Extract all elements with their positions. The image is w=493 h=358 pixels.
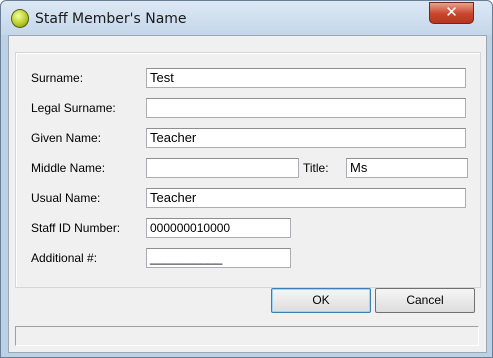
- surname-field[interactable]: Test: [146, 68, 466, 88]
- usual-name-label: Usual Name:: [31, 191, 101, 205]
- surname-label: Surname:: [31, 71, 84, 85]
- staff-id-label: Staff ID Number:: [31, 221, 121, 235]
- title-field[interactable]: Ms: [346, 158, 468, 178]
- name-fields-group: Surname: Test Legal Surname: Given Name:…: [15, 52, 481, 288]
- given-name-field[interactable]: Teacher: [146, 128, 466, 148]
- legal-surname-label: Legal Surname:: [31, 101, 116, 115]
- given-name-label: Given Name:: [31, 131, 102, 145]
- middle-name-field[interactable]: [146, 158, 299, 178]
- app-logo-icon: [11, 9, 29, 28]
- middle-name-label: Middle Name:: [31, 161, 106, 175]
- additional-number-label: Additional #:: [31, 251, 98, 265]
- dialog-body: Surname: Test Legal Surname: Given Name:…: [8, 35, 487, 353]
- ok-button[interactable]: OK: [271, 288, 371, 313]
- status-bar: [15, 326, 479, 346]
- staff-id-field[interactable]: 000000010000: [146, 218, 291, 238]
- close-icon: ✕: [445, 3, 458, 21]
- cancel-button[interactable]: Cancel: [375, 288, 475, 313]
- dialog-window: Staff Member's Name ✕ Surname: Test Lega…: [0, 0, 493, 358]
- close-button[interactable]: ✕: [429, 2, 474, 24]
- additional-number-field[interactable]: __________: [146, 248, 291, 268]
- legal-surname-field[interactable]: [146, 98, 466, 118]
- window-title: Staff Member's Name: [35, 11, 187, 27]
- title-label: Title:: [303, 161, 329, 175]
- usual-name-field[interactable]: Teacher: [146, 188, 466, 208]
- title-bar[interactable]: Staff Member's Name ✕: [1, 1, 492, 35]
